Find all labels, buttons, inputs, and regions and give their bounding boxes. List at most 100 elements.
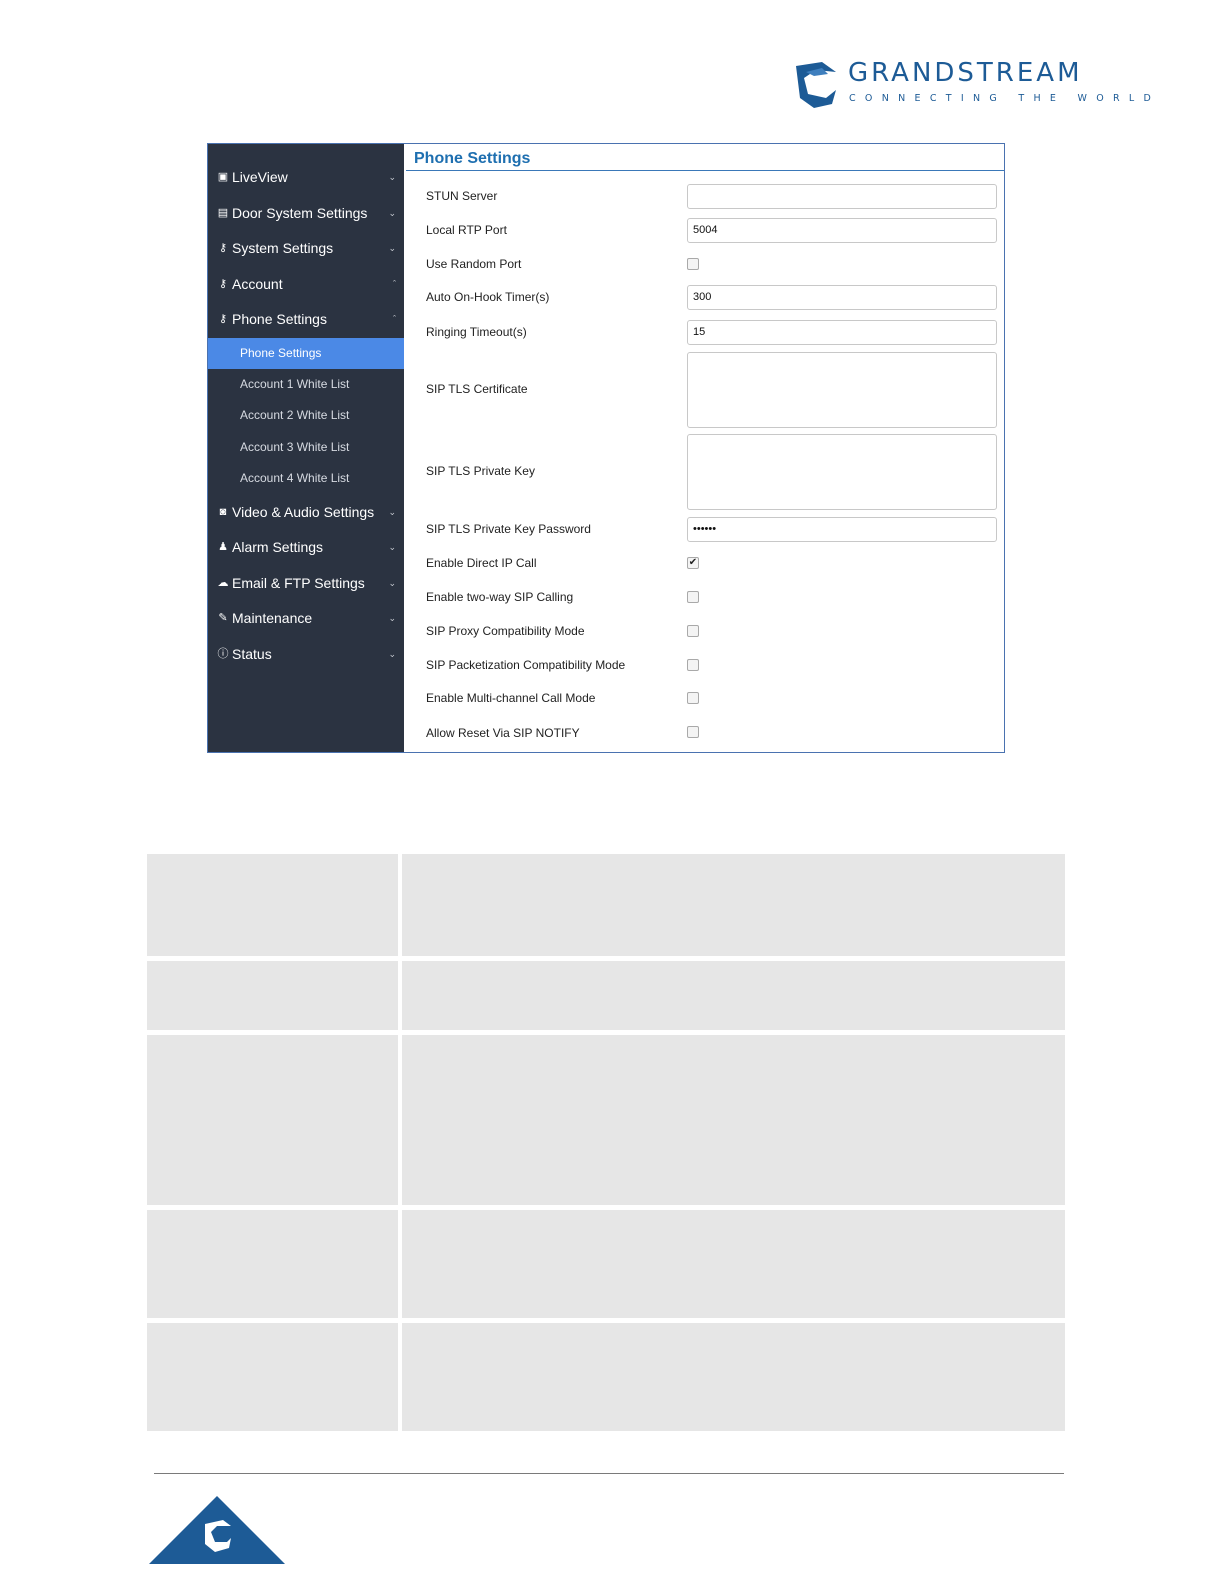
sip-tls-certificate-textarea[interactable]: [687, 352, 997, 428]
sidebar-item-video-audio-settings[interactable]: ◙ Video & Audio Settings ⌄: [208, 497, 404, 527]
chevron-down-icon: ⌄: [388, 649, 396, 659]
grandstream-logo: GRANDSTREAM CONNECTING THE WORLD: [792, 56, 1151, 112]
sidebar-subitem-label: Account 1 White List: [240, 377, 350, 391]
phone-settings-panel: Phone Settings STUN Server Local RTP Por…: [404, 144, 1004, 752]
video-icon: ▣: [217, 171, 229, 183]
page-title: Phone Settings: [414, 150, 531, 167]
sidebar-item-label: LiveView: [232, 169, 288, 185]
chevron-up-icon: ˆ: [393, 279, 396, 289]
logo-tagline: CONNECTING THE WORLD: [849, 93, 1161, 104]
use-random-port-label: Use Random Port: [426, 257, 522, 271]
sidebar-item-label: Phone Settings: [232, 311, 327, 327]
sidebar-item-door-system-settings[interactable]: ▤ Door System Settings ⌄: [208, 198, 404, 228]
allow-reset-notify-checkbox[interactable]: [687, 726, 699, 738]
enable-direct-ip-call-label: Enable Direct IP Call: [426, 556, 537, 570]
sidebar-item-maintenance[interactable]: ✎ Maintenance ⌄: [208, 603, 404, 633]
bell-icon: ♟: [218, 541, 228, 553]
chevron-down-icon: ⌄: [388, 172, 396, 182]
sidebar-subitem-account-4-white-list[interactable]: Account 4 White List: [208, 463, 404, 494]
auto-on-hook-timer-label: Auto On-Hook Timer(s): [426, 290, 550, 304]
chevron-down-icon: ⌄: [388, 507, 396, 517]
web-ui-screenshot: ▣ LiveView ⌄ ▤ Door System Settings ⌄ ⚷ …: [207, 143, 1005, 753]
wrench-icon: ✎: [218, 612, 228, 624]
sidebar-subitem-label: Account 2 White List: [240, 408, 350, 422]
sidebar-item-label: Video & Audio Settings: [232, 504, 375, 520]
table-cell: [402, 1210, 1065, 1318]
sip-tls-private-key-textarea[interactable]: [687, 434, 997, 510]
sidebar-subitem-label: Account 4 White List: [240, 471, 350, 485]
cloud-icon: ☁: [217, 577, 229, 589]
sidebar-item-account[interactable]: ⚷ Account ˆ: [208, 269, 404, 299]
sidebar-item-liveview[interactable]: ▣ LiveView ⌄: [208, 162, 404, 192]
key-icon: ⚷: [218, 278, 228, 290]
enable-two-way-sip-label: Enable two-way SIP Calling: [426, 590, 574, 604]
card-icon: ▤: [217, 207, 229, 219]
camera-icon: ◙: [219, 506, 227, 518]
sidebar-item-email-ftp-settings[interactable]: ☁ Email & FTP Settings ⌄: [208, 568, 404, 598]
sidebar-subitem-account-2-white-list[interactable]: Account 2 White List: [208, 400, 404, 431]
table-row: [147, 1210, 1065, 1318]
chevron-up-icon: ˆ: [393, 314, 396, 324]
allow-reset-notify-label: Allow Reset Via SIP NOTIFY: [426, 726, 580, 740]
table-row: [147, 854, 1065, 956]
sidebar-item-label: Maintenance: [232, 610, 313, 626]
sidebar-subitem-account-1-white-list[interactable]: Account 1 White List: [208, 369, 404, 400]
table-cell: [402, 961, 1065, 1030]
stun-server-input[interactable]: [687, 184, 997, 209]
grandstream-swoosh-icon: [796, 62, 836, 108]
auto-on-hook-timer-input[interactable]: 300: [687, 285, 997, 310]
use-random-port-checkbox[interactable]: [687, 258, 699, 270]
ringing-timeout-label: Ringing Timeout(s): [426, 325, 527, 339]
key-icon: ⚷: [218, 313, 228, 325]
stun-server-label: STUN Server: [426, 189, 498, 203]
table-row: [147, 1035, 1065, 1205]
table-cell: [402, 1035, 1065, 1205]
sidebar-subitem-label: Account 3 White List: [240, 440, 350, 454]
sidebar-item-label: Alarm Settings: [232, 539, 324, 555]
footer-logo-icon: [149, 1496, 285, 1564]
table-cell: [402, 1323, 1065, 1431]
chevron-down-icon: ⌄: [388, 578, 396, 588]
title-divider: [406, 170, 1004, 171]
sip-tls-key-password-input[interactable]: ••••••: [687, 517, 997, 542]
sip-tls-key-password-label: SIP TLS Private Key Password: [426, 522, 591, 536]
sidebar-subitem-phone-settings[interactable]: Phone Settings: [208, 338, 404, 369]
sidebar-item-alarm-settings[interactable]: ♟ Alarm Settings ⌄: [208, 532, 404, 562]
sidebar-subitem-label: Phone Settings: [240, 346, 322, 360]
chevron-down-icon: ⌄: [388, 243, 396, 253]
sip-packetization-compat-checkbox[interactable]: [687, 659, 699, 671]
sidebar-item-label: Status: [232, 646, 272, 662]
table-cell: [147, 1210, 398, 1318]
sidebar-item-label: Account: [232, 276, 283, 292]
local-rtp-port-label: Local RTP Port: [426, 223, 507, 237]
table-row: [147, 961, 1065, 1030]
sidebar-item-label: System Settings: [232, 240, 334, 256]
chevron-down-icon: ⌄: [388, 613, 396, 623]
footer-divider: [154, 1473, 1064, 1474]
table-cell: [147, 1323, 398, 1431]
sidebar-item-label: Door System Settings: [232, 205, 368, 221]
logo-wordmark: GRANDSTREAM: [848, 58, 1083, 88]
chevron-down-icon: ⌄: [388, 208, 396, 218]
sip-proxy-compat-label: SIP Proxy Compatibility Mode: [426, 624, 585, 638]
sidebar-item-phone-settings[interactable]: ⚷ Phone Settings ˆ: [208, 304, 404, 334]
info-icon: ⓘ: [217, 648, 229, 660]
local-rtp-port-input[interactable]: 5004: [687, 218, 997, 243]
sip-proxy-compat-checkbox[interactable]: [687, 625, 699, 637]
key-icon: ⚷: [218, 242, 228, 254]
sidebar-item-system-settings[interactable]: ⚷ System Settings ⌄: [208, 233, 404, 263]
sidebar-item-status[interactable]: ⓘ Status ⌄: [208, 639, 404, 669]
enable-direct-ip-call-checkbox[interactable]: ✔: [687, 557, 699, 569]
sidebar-subitem-account-3-white-list[interactable]: Account 3 White List: [208, 432, 404, 463]
chevron-down-icon: ⌄: [388, 542, 396, 552]
sip-tls-private-key-label: SIP TLS Private Key: [426, 464, 535, 478]
enable-multichannel-checkbox[interactable]: [687, 692, 699, 704]
sip-packetization-compat-label: SIP Packetization Compatibility Mode: [426, 658, 626, 672]
table-cell: [402, 854, 1065, 956]
table-row: [147, 1323, 1065, 1431]
ringing-timeout-input[interactable]: 15: [687, 320, 997, 345]
sidebar-item-label: Email & FTP Settings: [232, 575, 365, 591]
table-cell: [147, 961, 398, 1030]
enable-two-way-sip-checkbox[interactable]: [687, 591, 699, 603]
table-cell: [147, 854, 398, 956]
